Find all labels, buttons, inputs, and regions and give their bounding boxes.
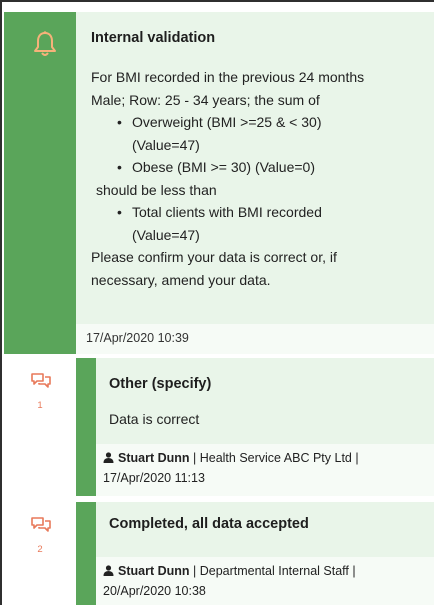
alert-sidebar — [4, 12, 76, 354]
validation-panel: Internal validation For BMI recorded in … — [0, 0, 434, 605]
comment-organisation: | Health Service ABC Pty Ltd | — [189, 451, 359, 465]
comment-timestamp: 20/Apr/2020 10:38 — [103, 584, 206, 598]
comment-organisation: | Departmental Internal Staff | — [189, 564, 356, 578]
comment-gutter: 1 — [4, 358, 76, 496]
comment-author[interactable]: Stuart Dunn — [118, 451, 190, 465]
comment-count: 1 — [37, 400, 43, 411]
comment-meta: Stuart Dunn | Departmental Internal Staf… — [96, 557, 434, 605]
comment-accent-bar — [76, 358, 96, 496]
comment-body: Other (specify) Data is correct Stuart D… — [96, 358, 434, 496]
comment-meta: Stuart Dunn | Health Service ABC Pty Ltd… — [96, 444, 434, 496]
user-icon — [103, 565, 114, 576]
bullet-text: Total clients with BMI recorded — [132, 204, 322, 220]
comment-accent-bar — [76, 502, 96, 605]
comments-icon[interactable] — [30, 516, 52, 534]
bullet-continuation: (Value=47) — [132, 226, 200, 243]
bullet-glyph: • — [117, 159, 122, 175]
bullet-text: Obese (BMI >= 30) (Value=0) — [132, 159, 315, 175]
message-line: Please confirm your data is correct or, … — [91, 249, 337, 265]
comment-text: Data is correct — [109, 411, 200, 427]
comment-title: Completed, all data accepted — [109, 516, 309, 532]
message-line: For BMI recorded in the previous 24 mont… — [91, 69, 365, 85]
bullet-glyph: • — [117, 204, 122, 220]
user-icon — [103, 452, 114, 463]
bullet-item: • Total clients with BMI recorded — [91, 201, 434, 224]
alert-message: For BMI recorded in the previous 24 mont… — [91, 66, 434, 291]
bell-icon — [34, 31, 56, 56]
comment-body: Completed, all data accepted Stuart Dunn… — [96, 502, 434, 605]
bullet-continuation: (Value=47) — [132, 136, 200, 153]
comment-title: Other (specify) — [109, 376, 212, 392]
bullet-text: Overweight (BMI >=25 & < 30) — [132, 114, 322, 130]
comment-entry: 2 Completed, all data accepted Stuart Du… — [4, 502, 434, 605]
message-line: should be less than — [96, 181, 217, 198]
bullet-item: • Obese (BMI >= 30) (Value=0) — [91, 156, 434, 179]
message-line: necessary, amend your data. — [91, 271, 271, 288]
comment-gutter: 2 — [4, 502, 76, 605]
comment-count: 2 — [37, 544, 43, 555]
validation-alert: Internal validation For BMI recorded in … — [4, 12, 434, 354]
alert-content: Internal validation For BMI recorded in … — [76, 12, 434, 354]
comment-timestamp: 17/Apr/2020 11:13 — [103, 471, 205, 485]
comments-icon[interactable] — [30, 372, 52, 390]
comment-entry: 1 Other (specify) Data is correct Stuart… — [4, 358, 434, 496]
message-line: Male; Row: 25 - 34 years; the sum of — [91, 91, 320, 108]
bullet-item: • Overweight (BMI >=25 & < 30) — [91, 111, 434, 134]
bullet-glyph: • — [117, 114, 122, 130]
alert-timestamp: 17/Apr/2020 10:39 — [76, 324, 434, 354]
alert-title: Internal validation — [91, 30, 216, 46]
comment-author[interactable]: Stuart Dunn — [118, 564, 190, 578]
